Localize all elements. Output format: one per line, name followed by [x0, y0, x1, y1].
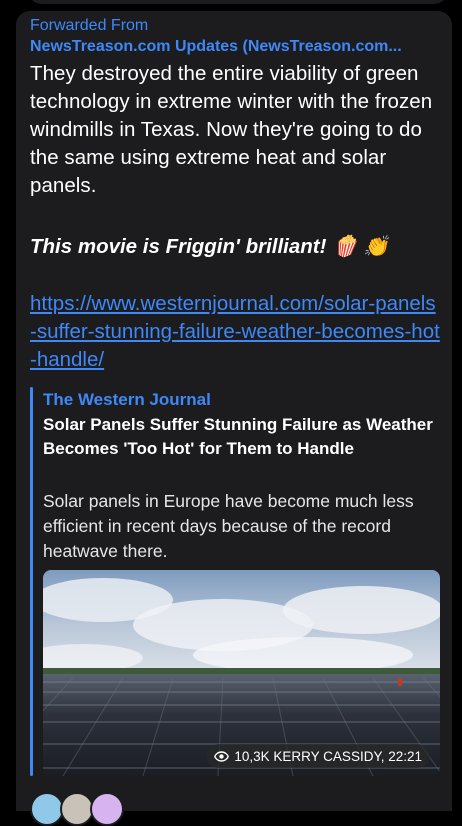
previous-message-edge — [28, 0, 448, 4]
message-meta-pill: 10,3K KERRY CASSIDY, 22:21 — [206, 744, 430, 768]
link-preview-title[interactable]: Solar Panels Suffer Stunning Failure as … — [43, 413, 443, 461]
eye-icon — [214, 750, 230, 762]
message-text: They destroyed the entire viability of g… — [30, 62, 433, 197]
link-preview-description: Solar panels in Europe have become much … — [43, 491, 414, 561]
forwarded-from-label: Forwarded From — [30, 17, 149, 34]
avatar[interactable] — [60, 792, 94, 826]
message-footer-text: 10,3K KERRY CASSIDY, 22:21 — [234, 748, 422, 764]
avatar[interactable] — [90, 792, 124, 826]
message-italic-line: This movie is Friggin' brilliant! 🍿 👏 — [30, 235, 389, 258]
forwarded-source-link[interactable]: NewsTreason.com Updates (NewsTreason.com… — [30, 37, 434, 57]
link-preview-accent-bar — [30, 387, 33, 776]
avatar[interactable] — [30, 792, 64, 826]
reaction-avatars[interactable] — [30, 792, 130, 826]
link-preview-site-name[interactable]: The Western Journal — [43, 389, 211, 411]
link-preview-image[interactable]: 10,3K KERRY CASSIDY, 22:21 — [43, 570, 440, 776]
message-link[interactable]: https://www.westernjournal.com/solar-pan… — [30, 290, 442, 374]
